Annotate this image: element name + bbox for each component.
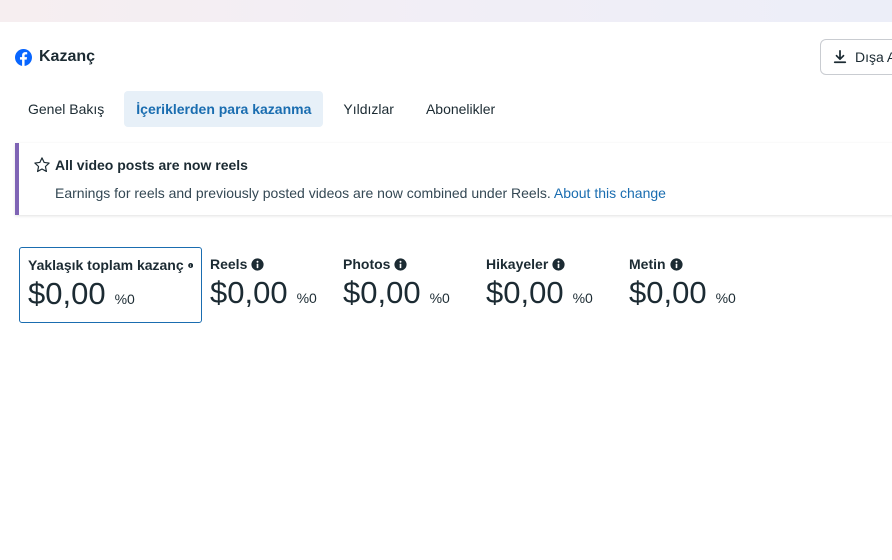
metric-label: Metin: [629, 256, 666, 272]
metric-value: $0,00: [343, 275, 421, 310]
metric-value: $0,00: [28, 276, 106, 311]
info-icon[interactable]: [394, 257, 408, 271]
facebook-icon: [15, 49, 32, 66]
top-banner: [0, 0, 892, 22]
info-icon[interactable]: [552, 257, 565, 271]
metric-label: Yaklaşık toplam kazanç: [28, 257, 184, 273]
notice-body: Earnings for reels and previously posted…: [55, 185, 666, 201]
metric-percent: %0: [296, 290, 317, 306]
page-header: Kazanç Dışa A: [0, 22, 892, 92]
metric-label: Hikayeler: [486, 256, 549, 272]
info-icon[interactable]: [669, 257, 683, 271]
metric-total-earnings[interactable]: Yaklaşık toplam kazanç $0,00 %0: [19, 247, 202, 323]
metric-text[interactable]: Metin $0,00 %0: [621, 247, 764, 323]
export-button[interactable]: Dışa A: [820, 39, 892, 75]
tab-stars[interactable]: Yıldızlar: [331, 91, 406, 127]
metric-photos[interactable]: Photos $0,00 %0: [335, 247, 478, 323]
page-title: Kazanç: [39, 48, 96, 65]
metric-percent: %0: [572, 290, 593, 306]
about-this-change-link[interactable]: About this change: [554, 185, 666, 201]
tab-content-monetization[interactable]: İçeriklerden para kazanma: [124, 91, 324, 127]
metric-label: Reels: [210, 256, 248, 272]
metric-reels[interactable]: Reels $0,00 %0: [193, 247, 335, 323]
export-button-label: Dışa A: [855, 49, 892, 65]
metric-percent: %0: [429, 290, 450, 306]
tab-overview[interactable]: Genel Bakış: [16, 91, 116, 127]
notice-title: All video posts are now reels: [55, 157, 248, 173]
metric-value: $0,00: [629, 275, 707, 310]
metric-percent: %0: [114, 291, 135, 307]
reels-notice-banner: All video posts are now reels Earnings f…: [15, 143, 892, 215]
metric-percent: %0: [715, 290, 736, 306]
tab-subscriptions[interactable]: Abonelikler: [414, 91, 507, 127]
info-icon[interactable]: [251, 257, 264, 271]
star-icon: [34, 157, 50, 173]
tab-bar: Genel Bakış İçeriklerden para kazanma Yı…: [16, 91, 515, 127]
notice-text: Earnings for reels and previously posted…: [55, 185, 551, 201]
earnings-metrics: Yaklaşık toplam kazanç $0,00 %0 Reels $0…: [19, 247, 764, 323]
metric-value: $0,00: [210, 275, 288, 310]
metric-stories[interactable]: Hikayeler $0,00 %0: [478, 247, 621, 323]
metric-label: Photos: [343, 256, 391, 272]
metric-value: $0,00: [486, 275, 564, 310]
download-icon: [833, 50, 847, 64]
